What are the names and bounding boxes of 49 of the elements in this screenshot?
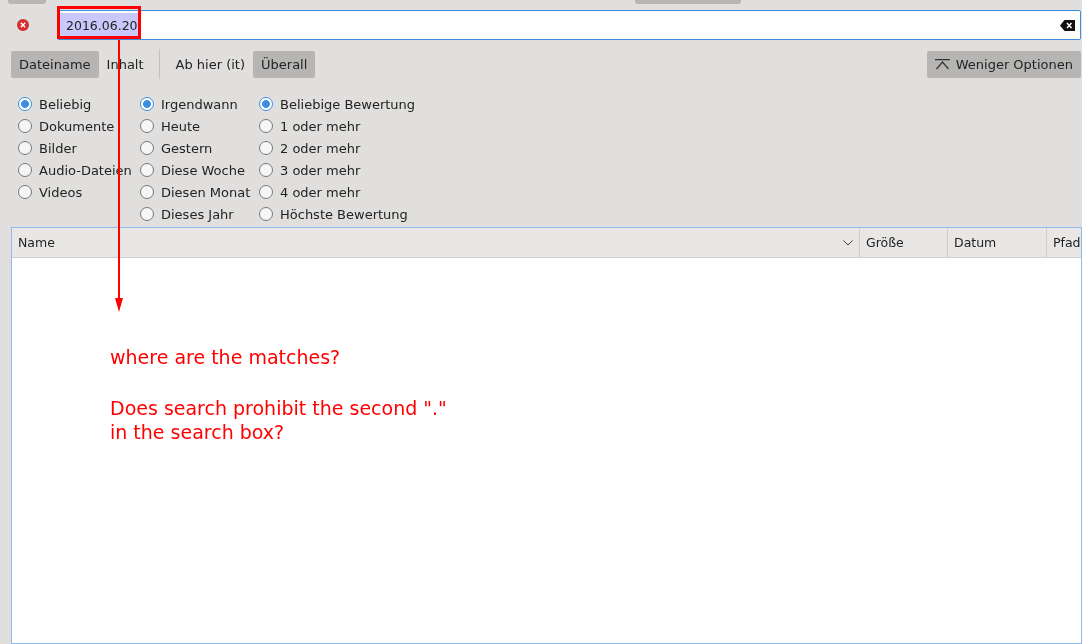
- scope-toggle-button[interactable]: Ab hier (it): [167, 50, 254, 78]
- column-header[interactable]: Größe: [860, 228, 948, 257]
- clear-icon[interactable]: [1060, 19, 1075, 31]
- column-header[interactable]: Name: [12, 228, 860, 257]
- scope-toggle-button[interactable]: Überall: [253, 50, 316, 78]
- radio-label[interactable]: Höchste Bewertung: [280, 206, 408, 222]
- radio-label[interactable]: Irgendwann: [161, 96, 238, 112]
- chevron-down-icon: [843, 239, 853, 246]
- radio-label[interactable]: Diesen Monat: [161, 184, 251, 200]
- radio-button[interactable]: [259, 207, 273, 221]
- radio-button[interactable]: [259, 163, 273, 177]
- radio-label[interactable]: 1 oder mehr: [280, 118, 361, 134]
- radio-button[interactable]: [18, 185, 32, 199]
- radio-button[interactable]: [259, 141, 273, 155]
- column-header[interactable]: Datum: [948, 228, 1047, 257]
- radio-button[interactable]: [18, 163, 32, 177]
- radio-button[interactable]: [259, 119, 273, 133]
- radio-label[interactable]: Beliebig: [39, 96, 92, 112]
- fewer-options-button[interactable]: Weniger Optionen: [926, 50, 1081, 78]
- radio-button[interactable]: [140, 97, 154, 111]
- radio-button[interactable]: [18, 97, 32, 111]
- radio-button[interactable]: [18, 119, 32, 133]
- radio-button[interactable]: [140, 141, 154, 155]
- radio-label[interactable]: 4 oder mehr: [280, 184, 361, 200]
- annotation-text: where are the matches?: [110, 345, 342, 369]
- collapse-icon: [934, 58, 950, 70]
- radio-label[interactable]: Heute: [161, 118, 201, 134]
- radio-label[interactable]: 3 oder mehr: [280, 162, 361, 178]
- radio-label[interactable]: Diese Woche: [161, 162, 245, 178]
- radio-button[interactable]: [140, 119, 154, 133]
- search-field[interactable]: 2016.06.20: [57, 10, 1081, 40]
- radio-label[interactable]: Beliebige Bewertung: [280, 96, 416, 112]
- radio-label[interactable]: Dieses Jahr: [161, 206, 234, 222]
- radio-label[interactable]: Bilder: [39, 140, 77, 156]
- radio-button[interactable]: [18, 141, 32, 155]
- annotation-text: Does search prohibit the second ".": [110, 396, 447, 420]
- radio-button[interactable]: [140, 185, 154, 199]
- radio-button[interactable]: [140, 163, 154, 177]
- radio-label[interactable]: 2 oder mehr: [280, 140, 361, 156]
- radio-label[interactable]: Videos: [39, 184, 83, 200]
- close-icon[interactable]: [17, 19, 29, 31]
- radio-button[interactable]: [259, 185, 273, 199]
- annotation-text: in the search box?: [110, 420, 286, 444]
- scope-toggle-button[interactable]: Dateiname: [11, 50, 99, 78]
- column-header[interactable]: Pfad: [1047, 228, 1081, 257]
- radio-button[interactable]: [140, 207, 154, 221]
- radio-label[interactable]: Gestern: [161, 140, 213, 156]
- radio-label[interactable]: Dokumente: [39, 118, 115, 134]
- radio-button[interactable]: [259, 97, 273, 111]
